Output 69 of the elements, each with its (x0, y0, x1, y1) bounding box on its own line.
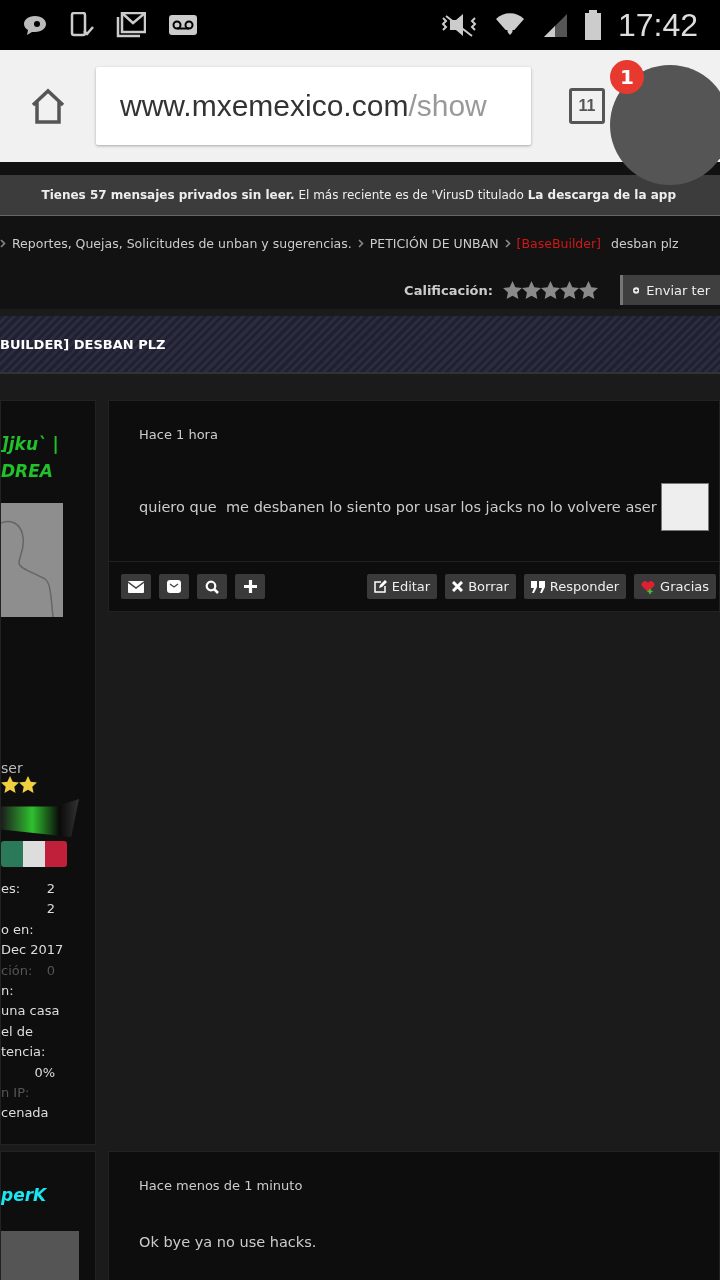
flag-image (1, 841, 67, 867)
rating-label: Calificación: (404, 282, 493, 298)
stat-label: tencia: (1, 1044, 46, 1062)
breadcrumb-link[interactable]: Reportes, Quejas, Solicitudes de unban y sugerencias. (12, 236, 352, 251)
star-icon (19, 776, 37, 793)
stat-label: es: (1, 881, 21, 898)
notice-text: Tienes 57 mensajes privados sin leer. El más reciente es de 'VirusD titulado La descarga de la app (41, 188, 676, 202)
username[interactable]: ]jku` | (1, 431, 95, 458)
message-icon (167, 580, 181, 593)
username[interactable]: perK (1, 1182, 95, 1209)
phone-check-icon (70, 12, 94, 38)
notification-badge: 1 (610, 60, 644, 94)
message-button[interactable] (159, 574, 189, 599)
breadcrumb-link[interactable]: PETICIÓN DE UNBAN (369, 236, 499, 251)
stat-value: 2 (46, 881, 55, 898)
delete-button[interactable]: Borrar (445, 574, 516, 599)
stat-label: n IP: (1, 1084, 30, 1102)
tab-count-button[interactable]: 11 (569, 88, 605, 124)
username[interactable]: DREA (1, 458, 95, 485)
stat-value: 0% (34, 1064, 55, 1082)
stat-label: cenada (1, 1105, 49, 1123)
post-body: quiero que me desbanen lo siento por usar los jacks no lo volvere aser (139, 499, 657, 515)
stat-label: ción: (1, 962, 33, 980)
stat-label: una casa (1, 1003, 60, 1021)
stat-value: 2 (46, 901, 55, 919)
address-bar[interactable]: www.mxemexico.com/show (96, 67, 531, 145)
post-body: Ok bye ya no use hacks. (139, 1234, 317, 1250)
stat-value: Dec 2017 (1, 942, 64, 960)
post-title: BUILDER] DESBAN PLZ (0, 336, 166, 352)
star-icon[interactable] (503, 281, 522, 299)
star-icon (1, 776, 19, 793)
quote-button[interactable]: Responder (523, 574, 627, 599)
user-rank: ser (1, 760, 24, 776)
search-icon (205, 579, 219, 594)
send-button[interactable]: Enviar ter (620, 275, 720, 305)
star-icon[interactable] (560, 281, 579, 299)
chevron-icon (0, 239, 6, 248)
stat-label: el de (1, 1023, 33, 1041)
plus-icon (243, 580, 257, 593)
voicemail-icon (168, 14, 198, 36)
chevron-icon (357, 239, 364, 248)
chevron-icon (504, 239, 511, 248)
post-time: Hace 1 hora (139, 427, 218, 442)
vibrate-mute-icon (439, 12, 478, 38)
close-icon (452, 581, 464, 592)
stat-label: o en: (1, 921, 34, 939)
search-button[interactable] (197, 574, 227, 599)
edit-icon (373, 580, 387, 593)
envelope-icon (128, 580, 144, 593)
star-icon[interactable] (522, 281, 541, 299)
stat-value: 0 (46, 962, 55, 980)
thread-prefix: [BaseBuilder] (516, 236, 601, 251)
home-icon[interactable] (29, 88, 67, 124)
thanks-button[interactable]: Gracias (634, 574, 716, 599)
clock-time: 17:42 (617, 6, 698, 44)
stat-label: n: (1, 982, 14, 1000)
battery-icon (583, 10, 602, 40)
star-icon[interactable] (541, 281, 560, 299)
mail-button[interactable] (121, 574, 151, 599)
mail-icon (116, 12, 146, 38)
profile-photo-placeholder[interactable] (610, 65, 720, 185)
edit-button[interactable]: Editar (366, 574, 438, 599)
post-time: Hace menos de 1 minuto (139, 1178, 303, 1193)
thread-title: desban plz (611, 236, 679, 251)
chat-bubble-icon (22, 14, 48, 36)
quote-icon (530, 580, 545, 593)
star-icon[interactable] (579, 281, 598, 299)
heart-icon (641, 579, 656, 594)
plus-button[interactable] (235, 574, 265, 599)
